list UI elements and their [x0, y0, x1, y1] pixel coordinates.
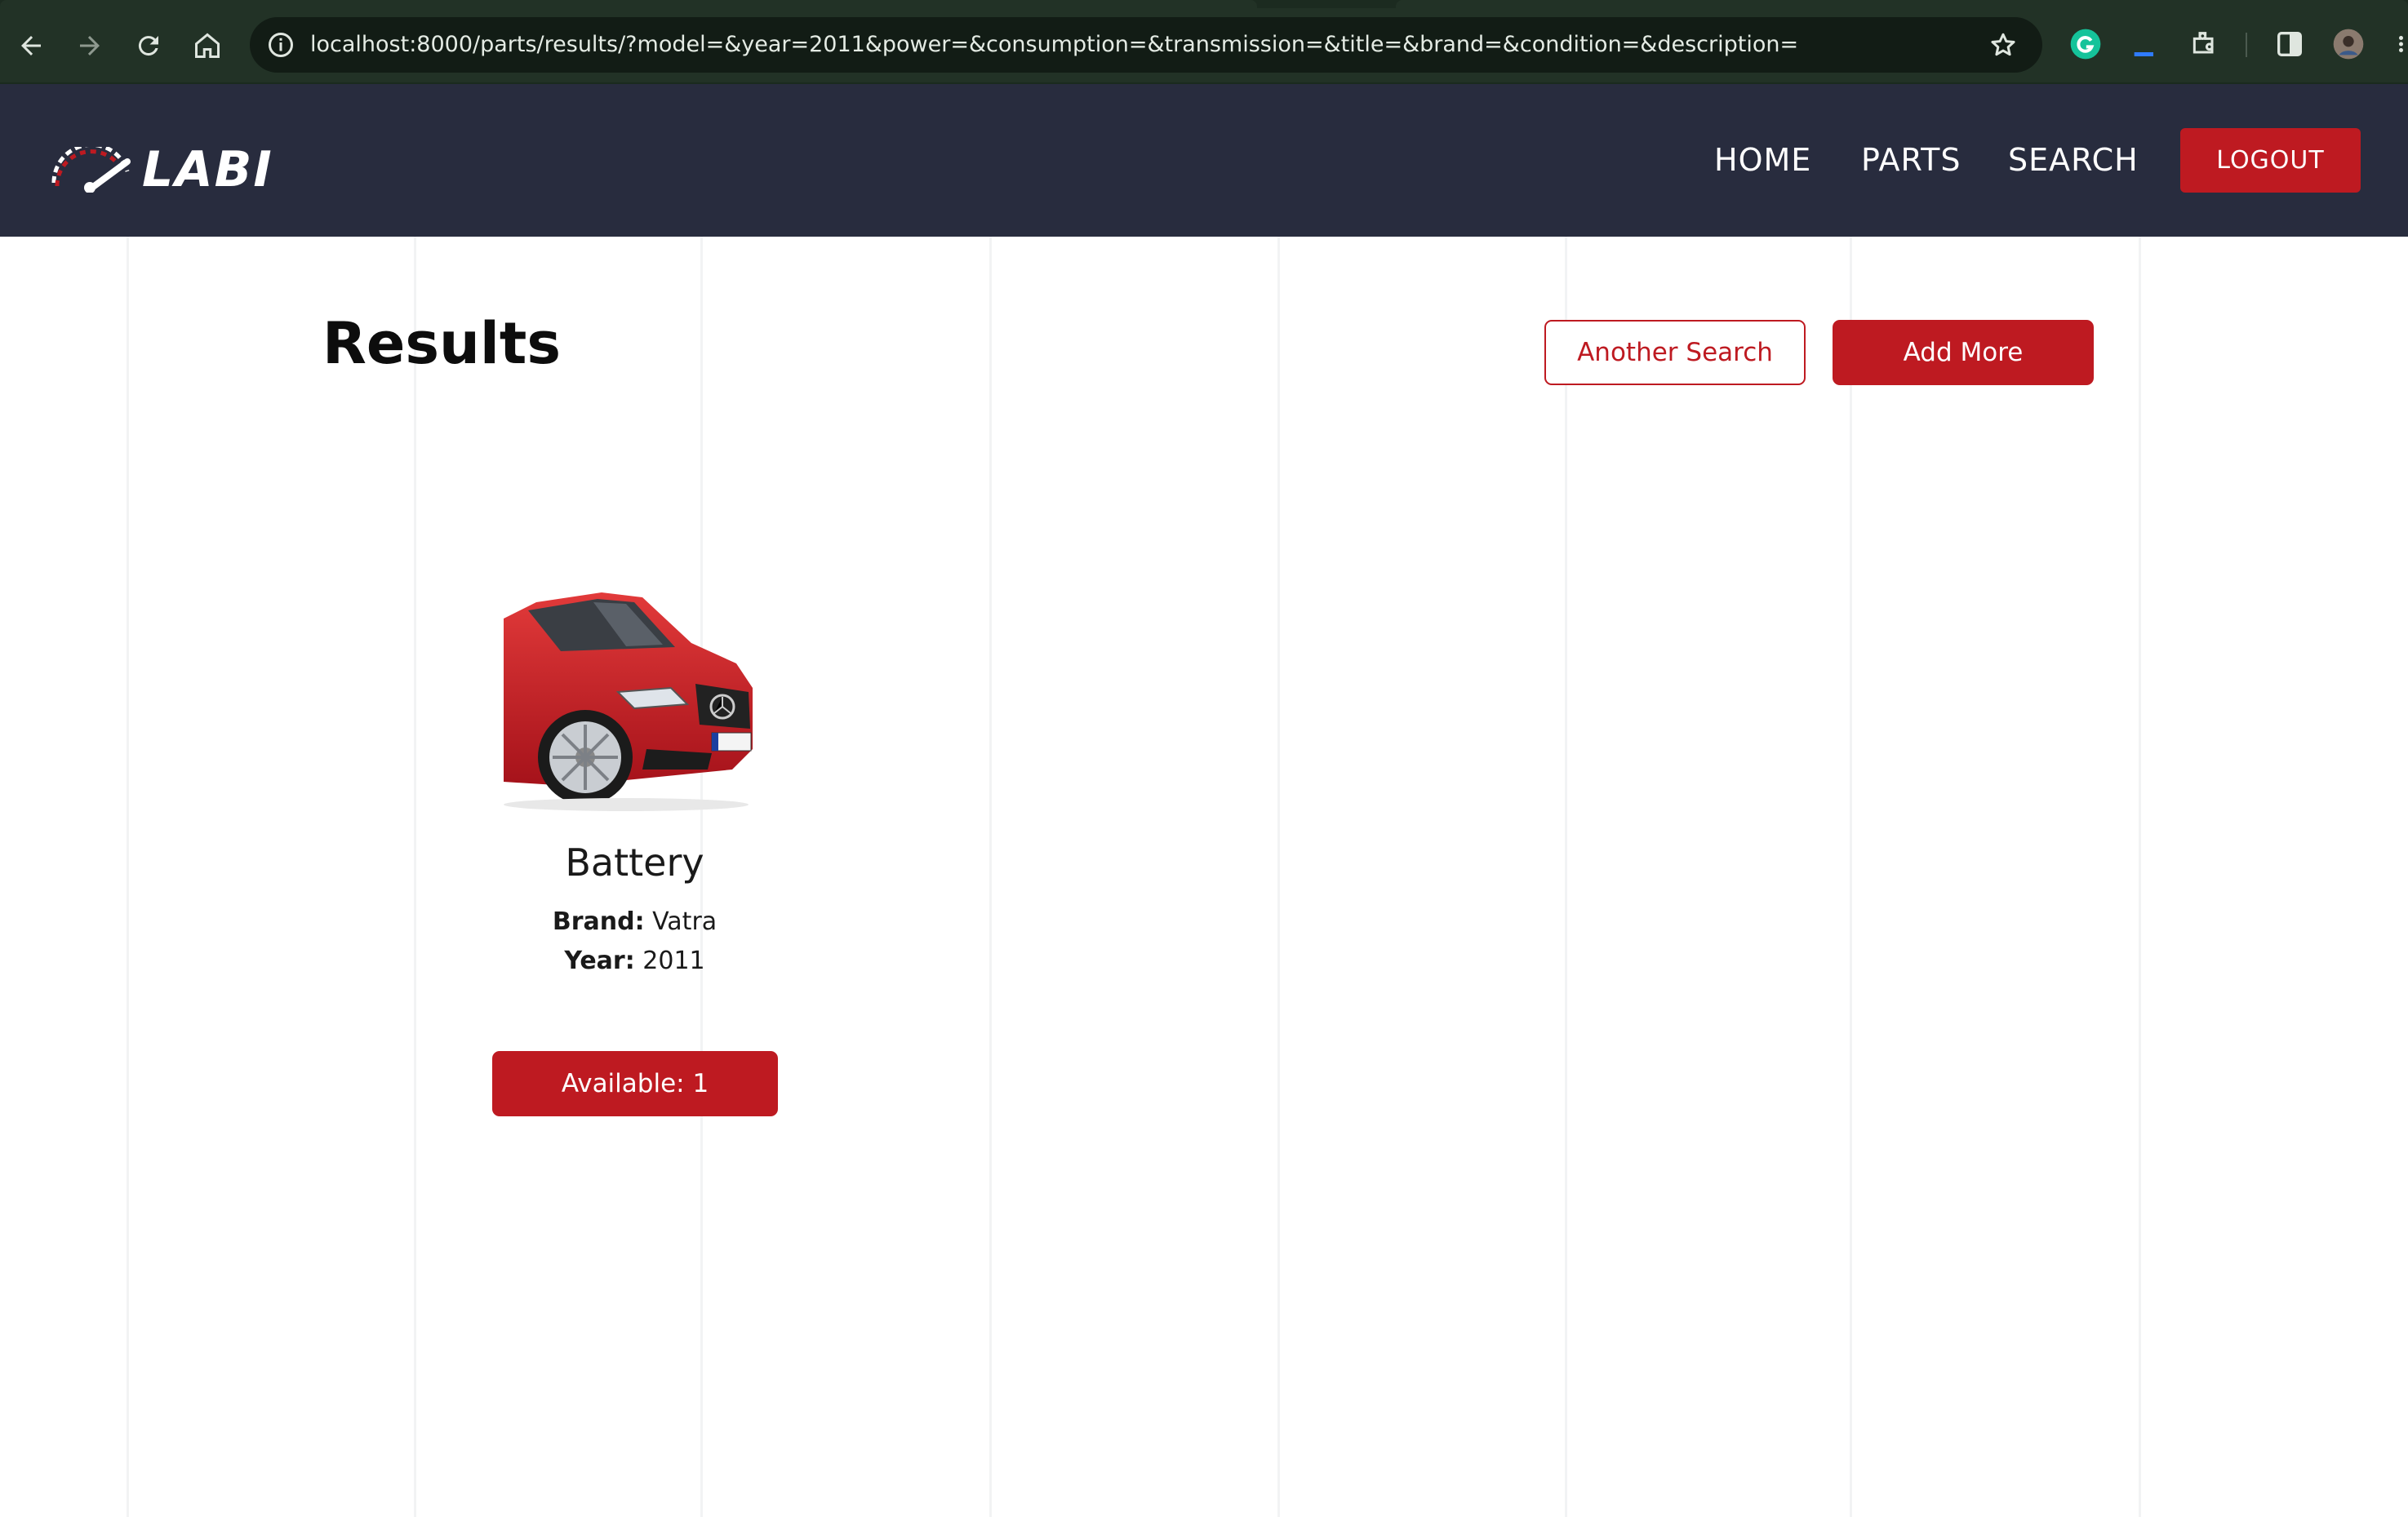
brand-label: Brand: [552, 907, 645, 936]
nav-home[interactable]: HOME [1714, 84, 1811, 237]
tab-strip [0, 0, 2408, 8]
profile-avatar[interactable] [2332, 28, 2365, 60]
speedometer-logo-icon [51, 147, 131, 193]
address-bar[interactable]: localhost:8000/parts/results/?model=&yea… [250, 17, 2042, 73]
bookmark-star-icon[interactable] [1988, 30, 2018, 60]
browser-toolbar: localhost:8000/parts/results/?model=&yea… [0, 0, 2408, 84]
year-row: Year: 2011 [473, 947, 796, 975]
reload-icon[interactable] [127, 24, 170, 67]
grid-line [127, 237, 129, 1517]
grid-line [2139, 237, 2141, 1517]
tab-inactive[interactable] [1396, 0, 2408, 8]
nav-parts[interactable]: PARTS [1861, 84, 1961, 237]
grid-line [1565, 237, 1567, 1517]
site-header: LABI HOME PARTS SEARCH LOGOUT [0, 84, 2408, 237]
add-more-button[interactable]: Add More [1833, 320, 2094, 385]
grid-line [414, 237, 416, 1517]
tab-active[interactable] [0, 0, 1257, 8]
menu-icon[interactable] [2390, 28, 2408, 60]
home-icon[interactable] [186, 24, 229, 67]
grid-line [1277, 237, 1280, 1517]
nav-search[interactable]: SEARCH [2008, 84, 2139, 237]
side-panel-icon[interactable] [2273, 28, 2306, 60]
toolbar-separator [2246, 33, 2247, 57]
brand-value: Vatra [652, 907, 718, 936]
logo-text: LABI [142, 141, 273, 198]
logout-button[interactable]: LOGOUT [2180, 128, 2361, 193]
part-title: Battery [565, 841, 704, 885]
forward-icon[interactable] [69, 24, 111, 67]
grid-line [989, 237, 992, 1517]
brand-row: Brand: Vatra [473, 907, 796, 936]
site-logo[interactable]: LABI [49, 141, 273, 198]
main-content: Results Another Search Add More Battery … [0, 237, 2408, 1517]
year-value: 2011 [642, 947, 705, 975]
page-title: Results [322, 310, 561, 377]
grammarly-icon[interactable] [2069, 28, 2102, 60]
site-info-icon[interactable] [266, 30, 295, 60]
url-text[interactable]: localhost:8000/parts/results/?model=&yea… [310, 17, 1798, 73]
extension-icon[interactable] [2129, 28, 2161, 60]
another-search-button[interactable]: Another Search [1544, 320, 1806, 385]
puzzle-icon[interactable] [2188, 28, 2220, 60]
availability-button[interactable]: Available: 1 [492, 1051, 778, 1116]
result-card[interactable]: Battery Brand: Vatra Year: 2011 Availabl… [473, 579, 796, 1134]
car-image[interactable] [504, 586, 757, 814]
grid-line [1850, 237, 1852, 1517]
back-icon[interactable] [10, 24, 52, 67]
year-label: Year: [564, 947, 635, 975]
